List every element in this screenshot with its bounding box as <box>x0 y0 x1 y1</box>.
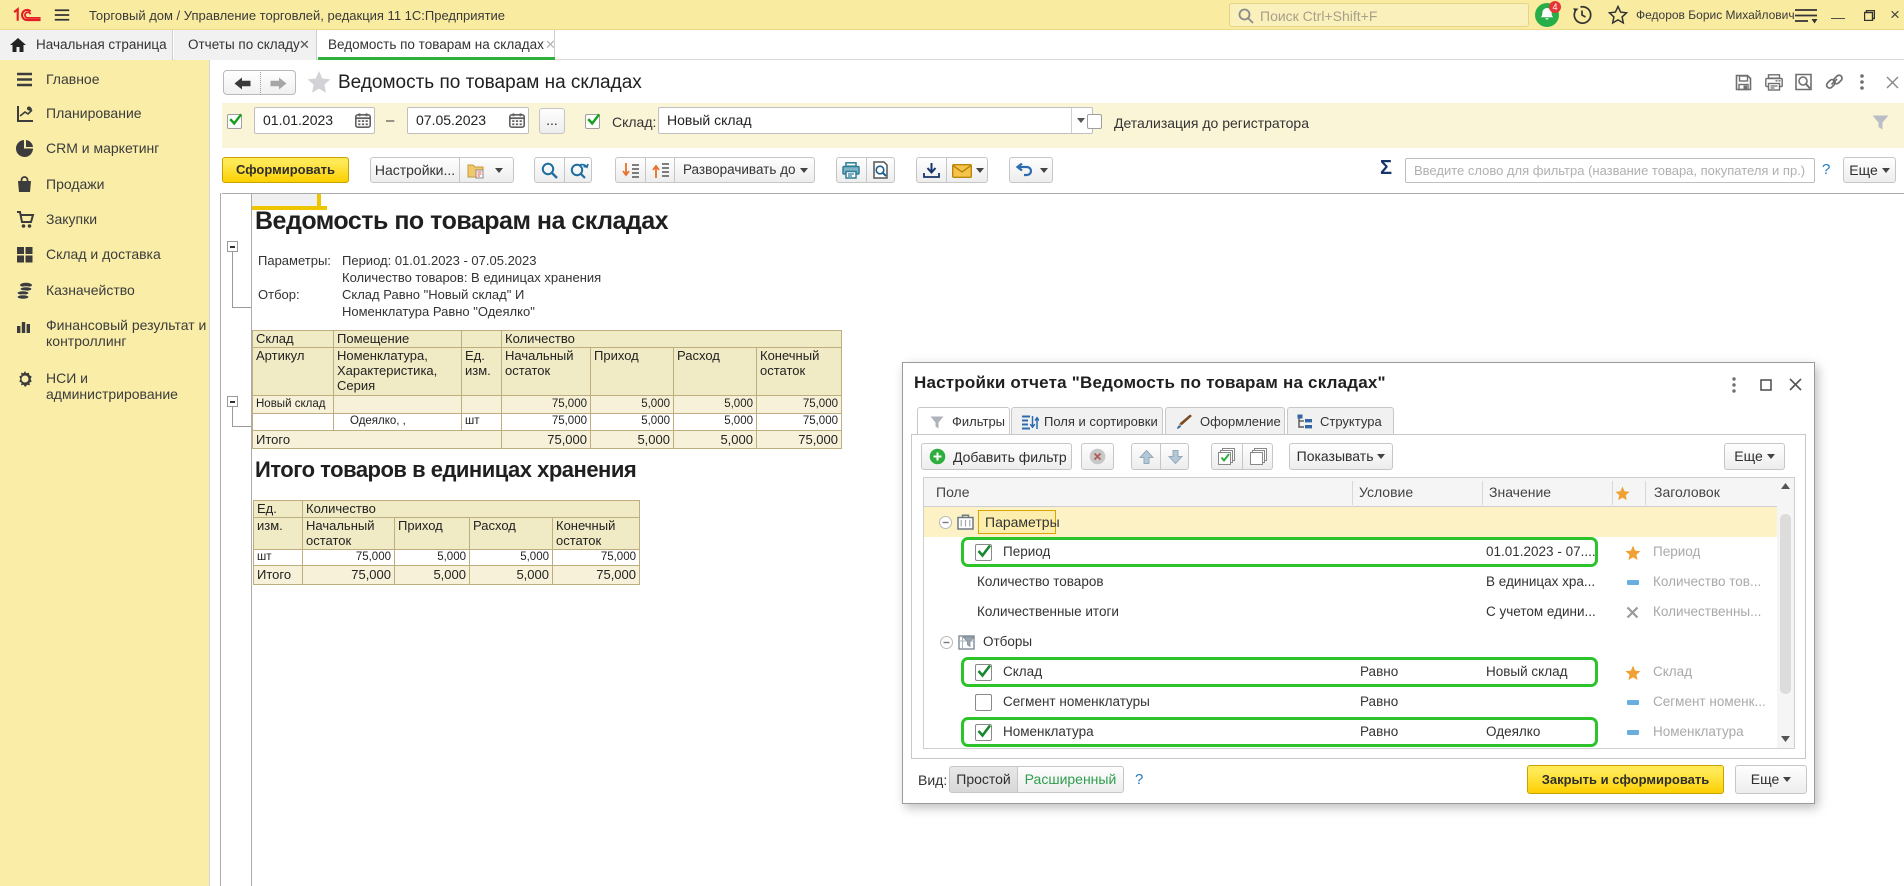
svg-text:4: 4 <box>1552 2 1557 12</box>
